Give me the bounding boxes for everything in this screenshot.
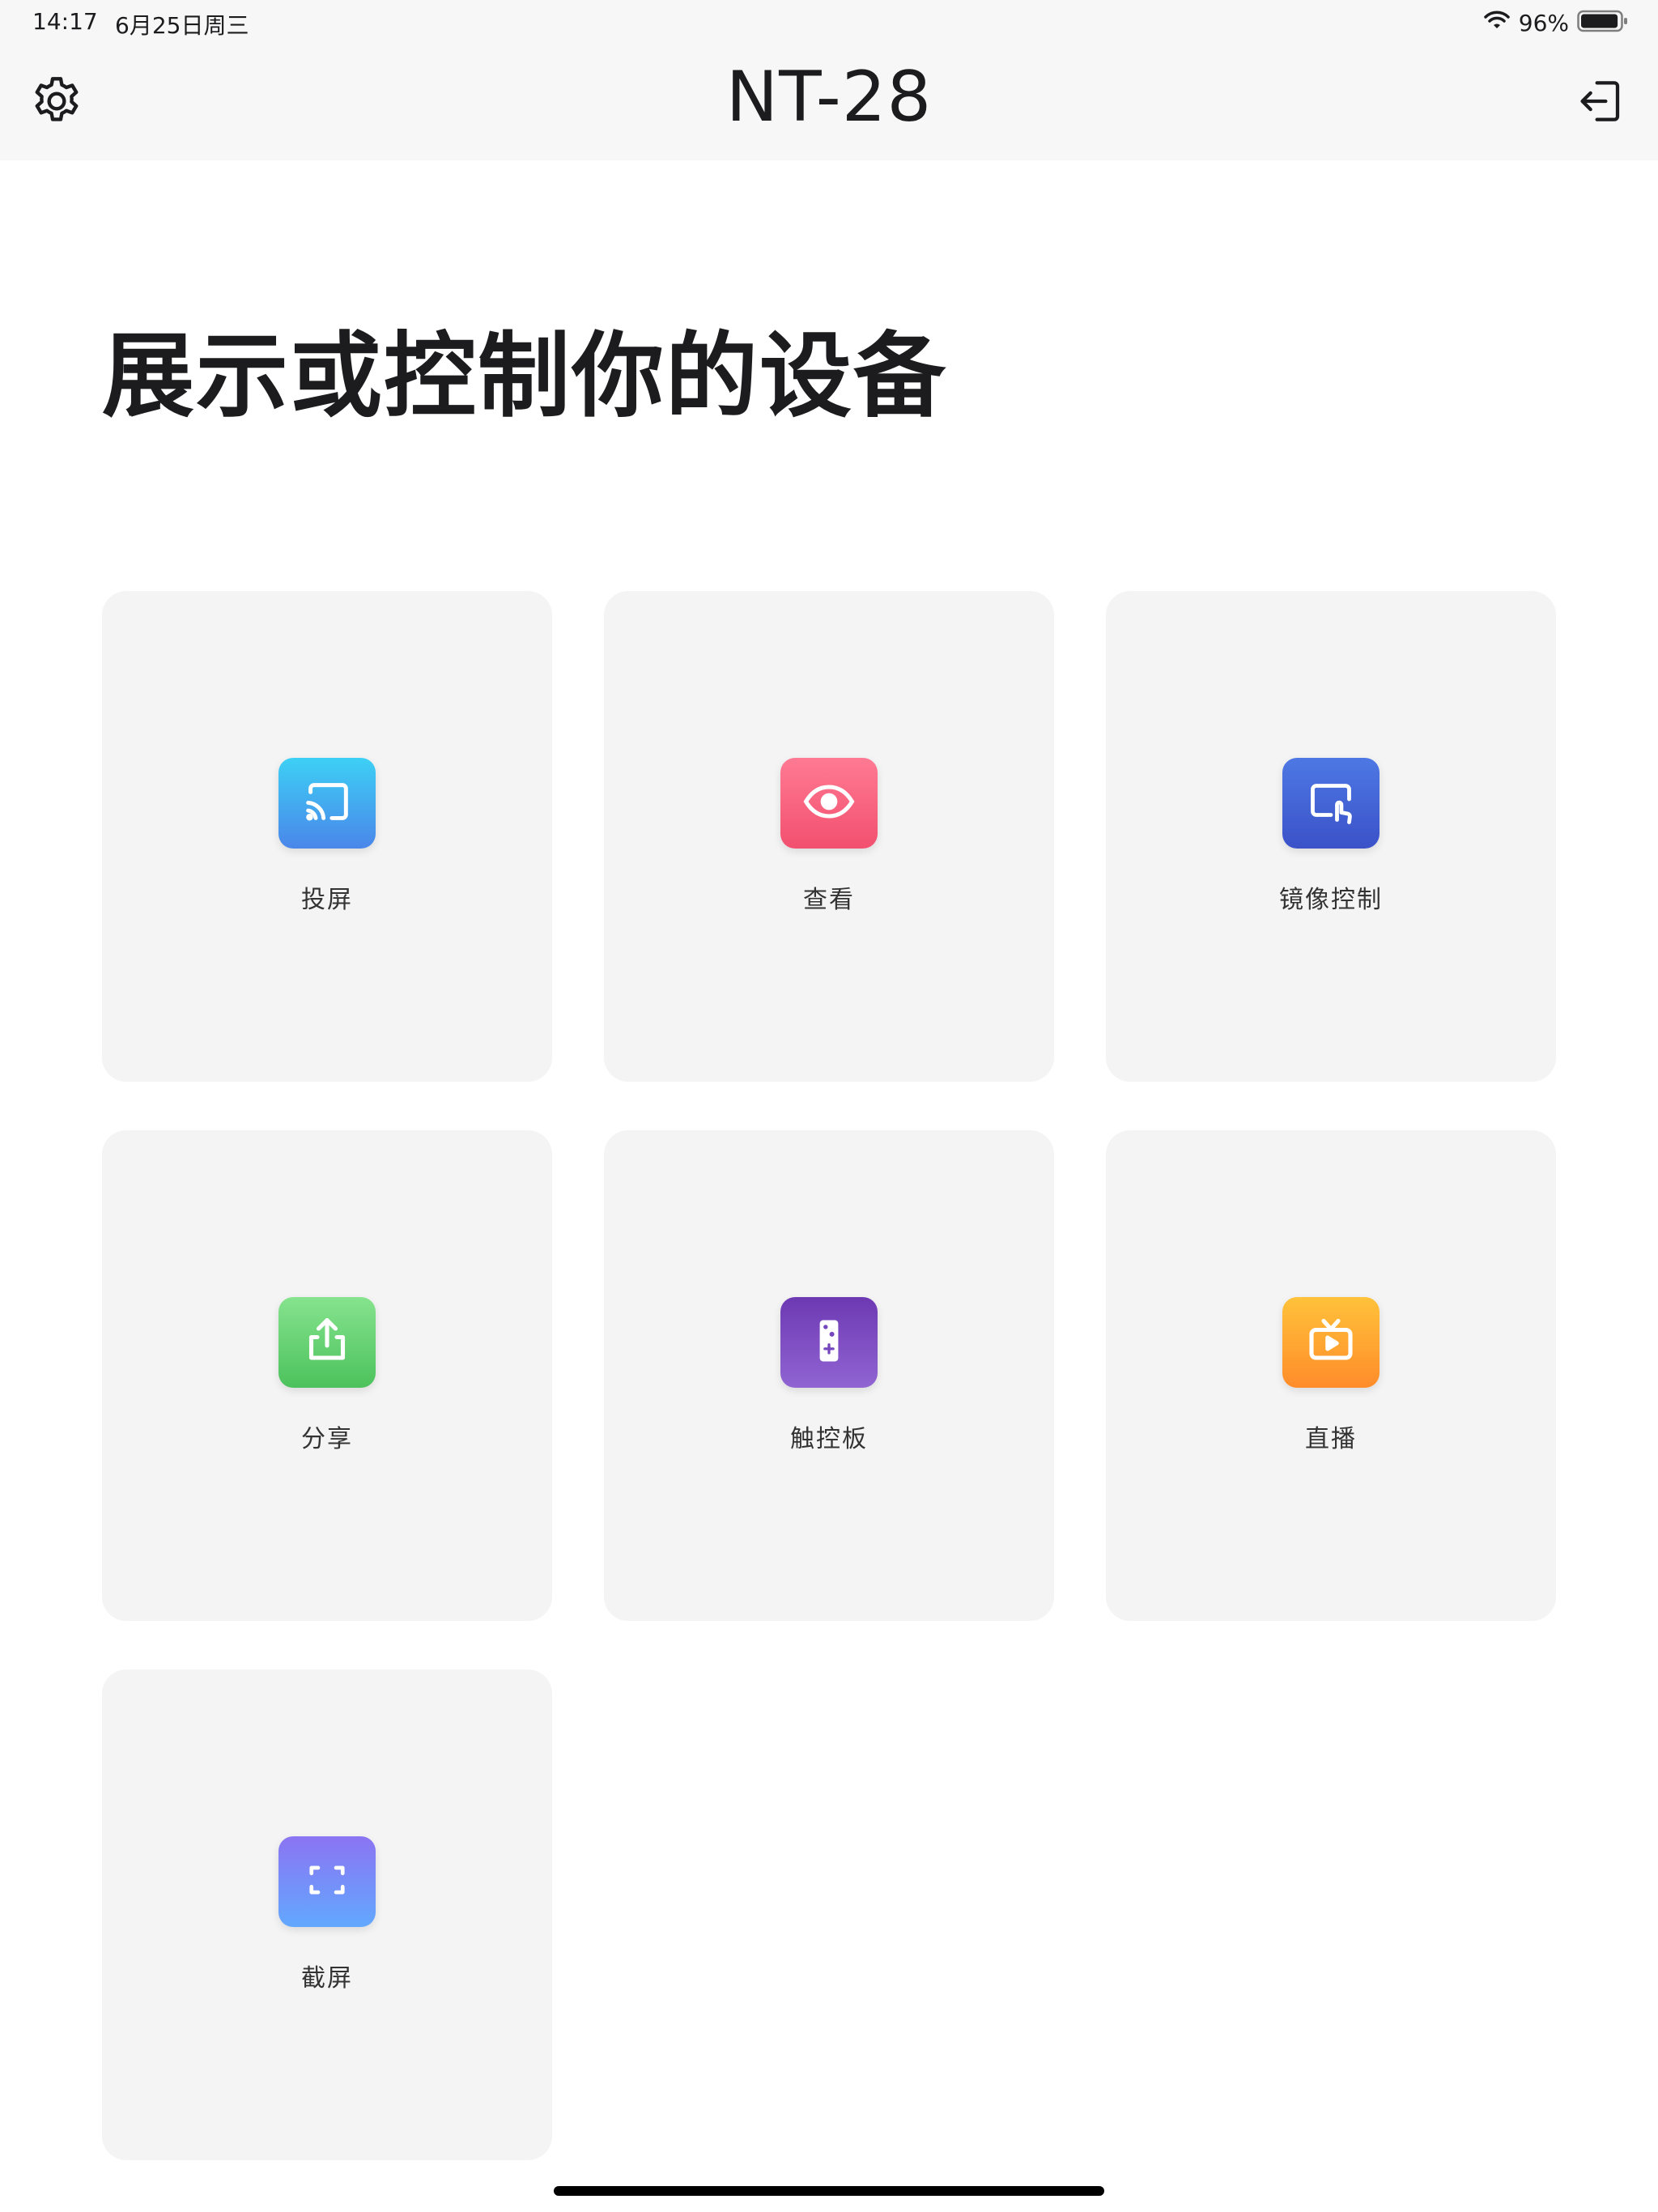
- card-label: 分享: [301, 1425, 353, 1453]
- logout-icon: [1575, 75, 1627, 130]
- card-screenshot[interactable]: 截屏: [102, 1670, 552, 2160]
- battery-icon: [1577, 9, 1629, 36]
- eye-icon: [800, 772, 858, 834]
- card-cast[interactable]: 投屏: [102, 591, 552, 1082]
- cast-icon: [299, 773, 355, 833]
- home-indicator: [554, 2186, 1104, 2196]
- card-icon-tile: [278, 1297, 376, 1388]
- card-label: 直播: [1305, 1425, 1357, 1453]
- logout-button[interactable]: [1567, 69, 1635, 137]
- remote-control-icon: [800, 1312, 858, 1373]
- screen-touch-icon: [1302, 772, 1360, 834]
- screenshot-frame-icon: [300, 1853, 354, 1910]
- card-icon-tile: [1282, 1297, 1380, 1388]
- card-icon-tile: [1282, 758, 1380, 849]
- card-label: 投屏: [301, 886, 353, 914]
- nav-title: NT-28: [725, 57, 933, 138]
- card-live[interactable]: 直播: [1106, 1130, 1556, 1621]
- card-icon-tile: [278, 1836, 376, 1927]
- feature-grid: 投屏 查看 镜像控制 分享 触控板 直播 截屏: [102, 591, 1556, 2160]
- card-label: 截屏: [301, 1964, 353, 1993]
- card-label: 查看: [803, 886, 855, 914]
- card-icon-tile: [780, 758, 878, 849]
- status-indicators: 96%: [1483, 6, 1629, 39]
- card-icon-tile: [780, 1297, 878, 1388]
- share-upload-icon: [298, 1312, 356, 1373]
- page-title: 展示或控制你的设备: [102, 322, 948, 430]
- card-mirror-control[interactable]: 镜像控制: [1106, 591, 1556, 1082]
- wifi-icon: [1483, 11, 1511, 35]
- nav-bar: NT-28: [0, 45, 1658, 160]
- card-label: 触控板: [790, 1425, 868, 1453]
- status-bar: 14:17 6月25日周三 96%: [0, 0, 1658, 45]
- card-label: 镜像控制: [1279, 886, 1383, 914]
- status-date: 6月25日周三: [115, 12, 249, 39]
- status-time: 14:17: [32, 8, 98, 35]
- card-share[interactable]: 分享: [102, 1130, 552, 1621]
- battery-percent: 96%: [1518, 9, 1569, 36]
- card-icon-tile: [278, 758, 376, 849]
- card-touchpad[interactable]: 触控板: [604, 1130, 1054, 1621]
- tv-play-icon: [1302, 1312, 1360, 1373]
- card-view[interactable]: 查看: [604, 591, 1054, 1082]
